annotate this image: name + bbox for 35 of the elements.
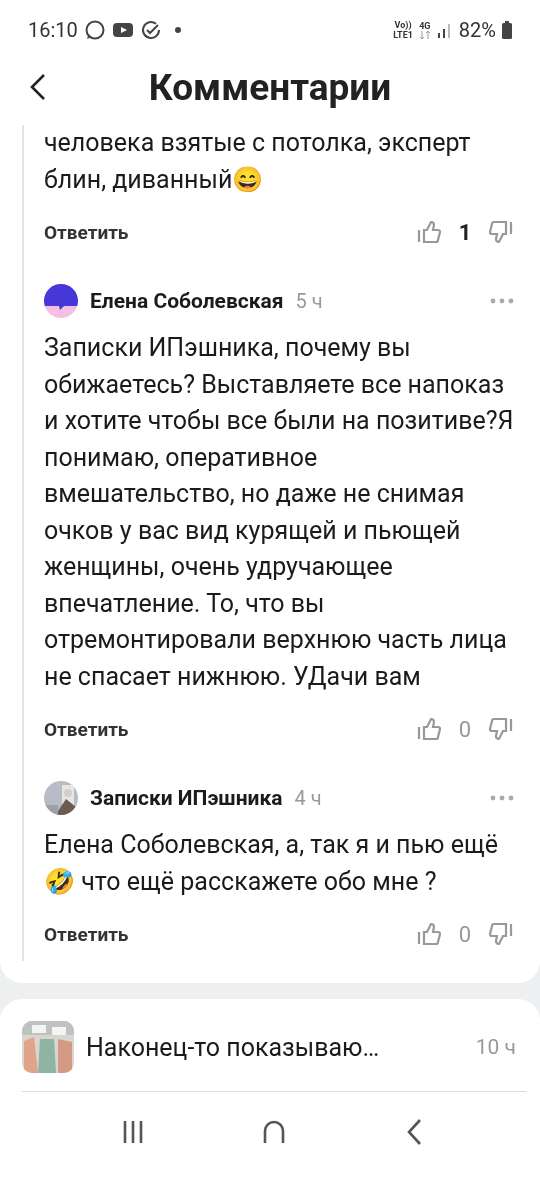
comment-time: 5 ч xyxy=(295,289,323,313)
dot-icon xyxy=(173,26,182,34)
comment-time: 4 ч xyxy=(294,786,322,810)
data-arrows-icon xyxy=(418,31,431,39)
comment-text: человека взятые с потолка, эксперт блин, диванный😄 xyxy=(44,127,472,196)
battery-icon xyxy=(502,21,512,39)
article-title[interactable]: Наконец-то показываю… xyxy=(86,1032,464,1062)
like-count: 1 xyxy=(457,219,473,245)
more-icon[interactable] xyxy=(490,298,514,304)
battery-percent: 82% xyxy=(458,18,496,42)
page-title: Комментарии xyxy=(148,66,392,109)
clock: 16:10 xyxy=(28,18,78,42)
author-name[interactable]: Записки ИПэшника xyxy=(90,786,283,810)
like-count: 0 xyxy=(457,716,473,742)
like-icon[interactable] xyxy=(416,219,442,245)
comment-text: Записки ИПэшника, почему вы обижаетесь? Выставляете все напоказ и хотите чтобы все были на позитиве?Я понимаю, оперативное вмешательство, но даже не снимая очков у вас вид курящей и пьющей женщины, очень удручающее впечатление. То, что вы отремонтировали верхнюю часть лица не спасает нижнюю. УДачи вам xyxy=(44,332,514,693)
author-name[interactable]: Елена Соболевская xyxy=(90,289,284,313)
reply-button[interactable]: Ответить xyxy=(44,220,129,244)
check-icon xyxy=(139,19,162,41)
comment-text: Елена Соболевская, а, так я и пью ещё 🤣 что ещё расскажете обо мне ? xyxy=(44,829,499,898)
like-count: 0 xyxy=(457,921,473,947)
dislike-icon[interactable] xyxy=(488,716,514,742)
reply-button[interactable]: Ответить xyxy=(44,717,129,741)
like-icon[interactable] xyxy=(416,921,442,947)
dislike-icon[interactable] xyxy=(488,921,514,947)
dislike-icon[interactable] xyxy=(488,219,514,245)
more-icon[interactable] xyxy=(490,795,514,801)
avatar-icon xyxy=(44,284,78,318)
reply-button[interactable]: Ответить xyxy=(44,922,129,946)
lte-label: LTE1 xyxy=(393,30,413,40)
data-type-label: 4G xyxy=(419,21,431,31)
like-icon[interactable] xyxy=(416,716,442,742)
signal-icon xyxy=(436,22,453,38)
volte-label: Vo)) xyxy=(394,20,412,30)
article-time: 10 ч xyxy=(475,1035,516,1059)
